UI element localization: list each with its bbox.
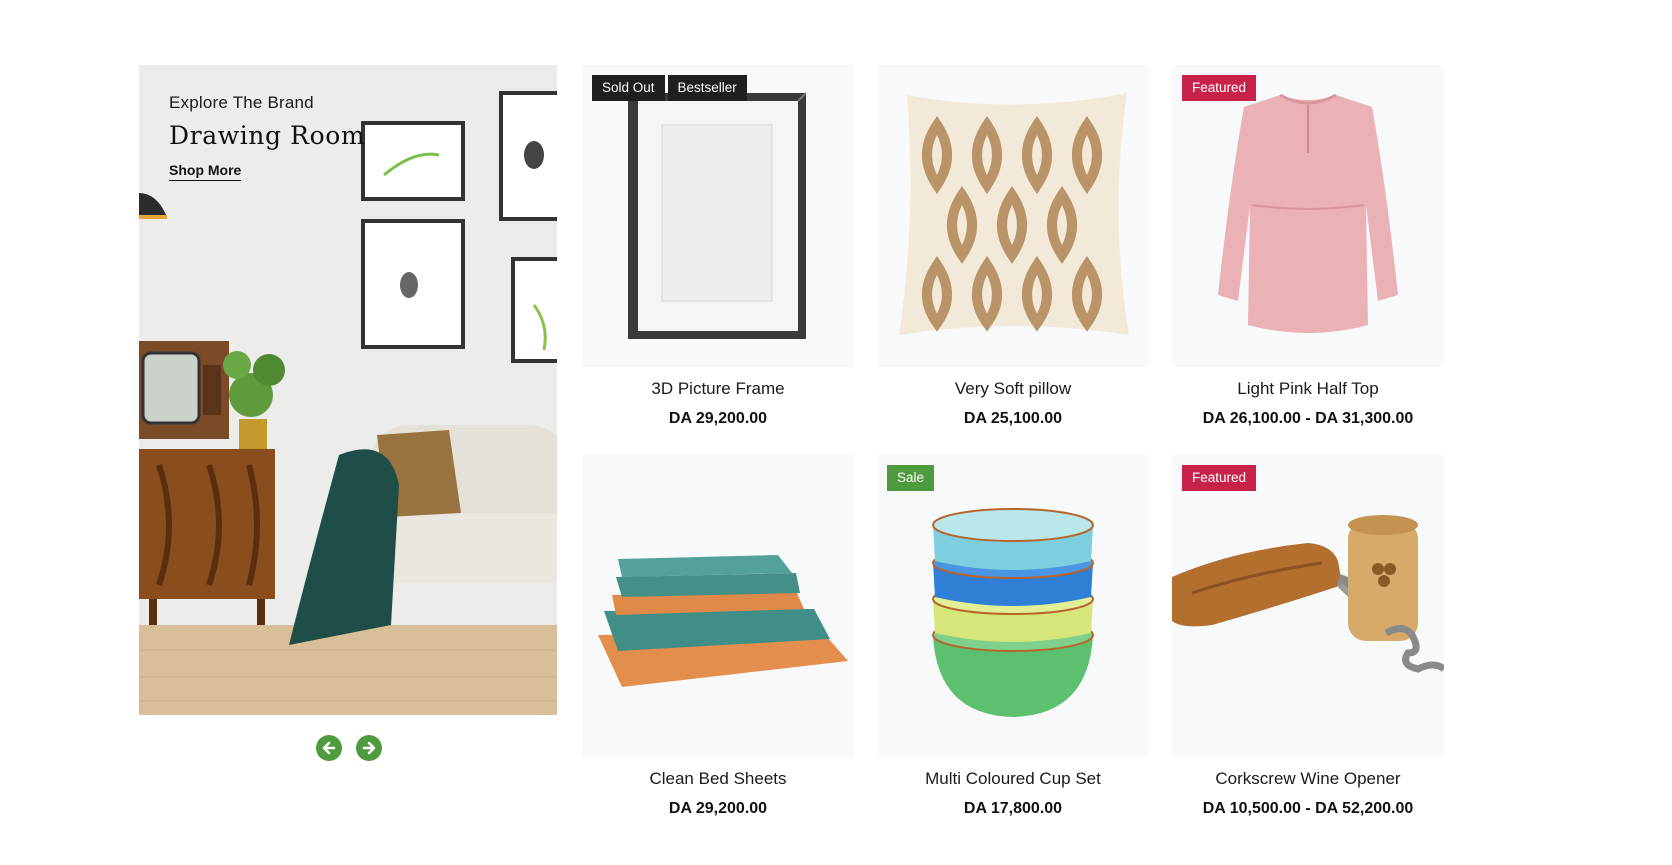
corkscrew-image <box>1172 515 1444 673</box>
product-image[interactable] <box>877 65 1149 367</box>
pillow-image <box>899 93 1129 335</box>
product-name[interactable]: Light Pink Half Top <box>1172 379 1444 399</box>
product-card[interactable]: Featured Light Pink Half Top DA 26,100.0… <box>1172 65 1444 428</box>
product-price: DA 10,500.00 - DA 52,200.00 <box>1202 800 1414 817</box>
product-price: DA 29,200.00 <box>668 410 768 427</box>
banner-title: Drawing Room <box>169 121 366 150</box>
featured-badge: Featured <box>1182 75 1257 101</box>
sold-out-badge: Sold Out <box>592 75 665 101</box>
product-image[interactable] <box>582 455 854 757</box>
banner-eyebrow: Explore The Brand <box>169 93 314 112</box>
product-card[interactable]: Sold Out Bestseller 3D Picture Frame DA … <box>582 65 854 428</box>
picture-frame-image <box>628 92 807 339</box>
promo-banner: Explore The Brand Drawing Room Shop More <box>139 65 557 715</box>
product-image[interactable]: Sold Out Bestseller <box>582 65 854 367</box>
product-card[interactable]: Clean Bed Sheets DA 29,200.00 <box>582 455 854 818</box>
product-card[interactable]: Very Soft pillow DA 25,100.00 <box>877 65 1149 428</box>
bestseller-badge: Bestseller <box>667 75 747 101</box>
product-price: DA 17,800.00 <box>963 800 1063 817</box>
product-card[interactable]: Featured Corkscrew Wine Opener DA 10,500… <box>1172 455 1444 818</box>
featured-badge: Featured <box>1182 465 1257 491</box>
pink-top-image <box>1218 93 1398 333</box>
product-name[interactable]: Clean Bed Sheets <box>582 769 854 789</box>
product-name[interactable]: Multi Coloured Cup Set <box>877 769 1149 789</box>
sale-badge: Sale <box>887 465 935 491</box>
arrow-right-icon <box>362 741 376 755</box>
product-image[interactable]: Featured <box>1172 455 1444 757</box>
shop-more-link[interactable]: Shop More <box>169 162 242 181</box>
slider-nav <box>316 735 382 761</box>
slider-prev-button[interactable] <box>316 735 342 761</box>
product-name[interactable]: Corkscrew Wine Opener <box>1172 769 1444 789</box>
product-price: DA 26,100.00 - DA 31,300.00 <box>1202 410 1414 427</box>
product-card[interactable]: Sale Multi Coloured Cup Set DA 17,800.00 <box>877 455 1149 818</box>
product-image[interactable]: Sale <box>877 455 1149 757</box>
product-name[interactable]: 3D Picture Frame <box>582 379 854 399</box>
cup-set-image <box>932 508 1094 717</box>
arrow-left-icon <box>322 741 336 755</box>
slider-next-button[interactable] <box>356 735 382 761</box>
product-name[interactable]: Very Soft pillow <box>877 379 1149 399</box>
product-price: DA 25,100.00 <box>963 410 1063 427</box>
product-image[interactable]: Featured <box>1172 65 1444 367</box>
bed-sheets-image <box>598 555 848 687</box>
product-price: DA 29,200.00 <box>668 800 768 817</box>
